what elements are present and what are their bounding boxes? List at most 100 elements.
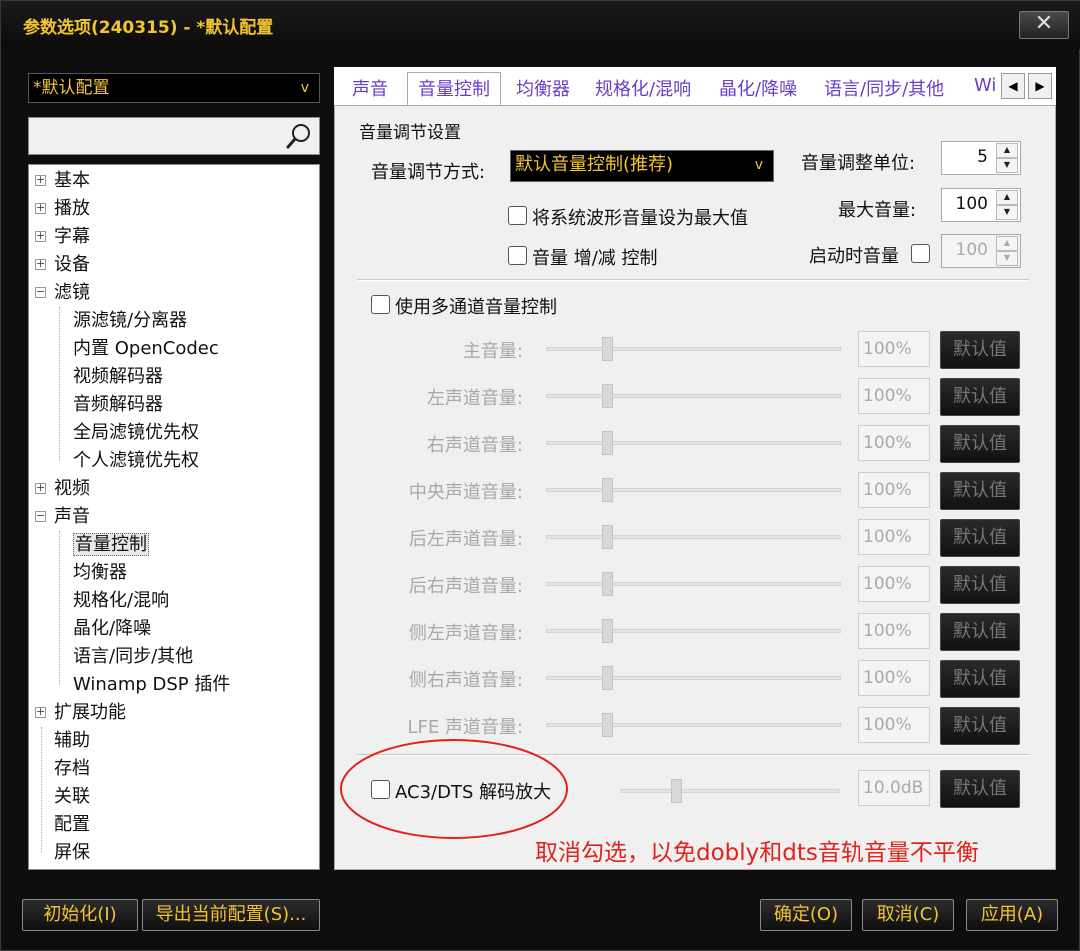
spin-up-icon[interactable]: ▲: [996, 190, 1018, 205]
collapse-icon[interactable]: −: [35, 286, 46, 298]
multichannel-checkbox[interactable]: [371, 295, 390, 314]
tree-item[interactable]: 视频解码器: [73, 363, 163, 391]
expand-icon[interactable]: +: [35, 258, 46, 270]
cancel-button[interactable]: 取消(C): [862, 899, 954, 931]
expand-icon[interactable]: +: [35, 230, 46, 242]
expand-icon[interactable]: +: [35, 706, 46, 718]
apply-button[interactable]: 应用(A): [966, 899, 1058, 931]
tab-volume-control[interactable]: 音量控制: [407, 72, 501, 105]
ok-button[interactable]: 确定(O): [760, 899, 852, 931]
tree-item[interactable]: + 播放: [35, 195, 90, 223]
tree-item[interactable]: 规格化/混响: [73, 587, 169, 615]
volume-incdec-checkbox[interactable]: [508, 246, 527, 265]
ac3-dts-default-button[interactable]: 默认值: [940, 770, 1020, 808]
channel-default-button[interactable]: 默认值: [940, 519, 1020, 557]
volume-method-select[interactable]: 默认音量控制(推荐) v: [510, 150, 774, 182]
channel-default-button[interactable]: 默认值: [940, 472, 1020, 510]
tree-item[interactable]: 屏保: [54, 839, 90, 867]
tree-item[interactable]: 存档: [54, 755, 90, 783]
channel-default-button[interactable]: 默认值: [940, 660, 1020, 698]
channel-slider-track[interactable]: [546, 488, 841, 492]
channel-slider-thumb[interactable]: [602, 337, 613, 361]
channel-slider-track[interactable]: [546, 629, 841, 633]
channel-slider-thumb[interactable]: [602, 384, 613, 408]
channel-slider-thumb[interactable]: [602, 478, 613, 502]
tree-item[interactable]: 音频解码器: [73, 391, 163, 419]
spin-down-icon[interactable]: ▼: [996, 205, 1018, 220]
tree-item[interactable]: 辅助: [54, 727, 90, 755]
spin-up-icon[interactable]: ▲: [996, 143, 1018, 158]
tree-item[interactable]: 配置: [54, 811, 90, 839]
tab-winamp[interactable]: Wi: [974, 75, 996, 96]
tree-item[interactable]: 全局滤镜优先权: [73, 419, 199, 447]
tab-scroll-left-button[interactable]: ◀: [1001, 73, 1025, 99]
spin-down-icon[interactable]: ▼: [996, 158, 1018, 173]
tab-crystalize-denoise[interactable]: 晶化/降噪: [719, 75, 797, 101]
init-button[interactable]: 初始化(I): [22, 899, 138, 931]
channel-default-button[interactable]: 默认值: [940, 425, 1020, 463]
tab-scroll-right-button[interactable]: ▶: [1028, 73, 1052, 99]
channel-slider-track[interactable]: [546, 676, 841, 680]
tree-item[interactable]: − 滤镜: [35, 279, 90, 307]
expand-icon[interactable]: +: [35, 482, 46, 494]
tree-item-label: 滤镜: [54, 282, 90, 303]
tree-item[interactable]: − 声音: [35, 503, 90, 531]
waveform-max-checkbox[interactable]: [508, 206, 527, 225]
tree-item[interactable]: + 设备: [35, 251, 90, 279]
channel-slider-thumb[interactable]: [602, 713, 613, 737]
tab-normalize-reverb[interactable]: 规格化/混响: [595, 75, 691, 101]
ac3-dts-slider-track[interactable]: [620, 789, 840, 793]
tree-item[interactable]: 音量控制: [73, 531, 149, 559]
tab-sound[interactable]: 声音: [352, 75, 388, 101]
tree-item[interactable]: + 视频: [35, 475, 90, 503]
channel-default-button[interactable]: 默认值: [940, 707, 1020, 745]
channel-slider-thumb[interactable]: [602, 666, 613, 690]
channel-label: 后左声道音量:: [408, 529, 523, 550]
channel-slider-thumb[interactable]: [602, 619, 613, 643]
channel-slider-track[interactable]: [546, 535, 841, 539]
tree-item[interactable]: 源滤镜/分离器: [73, 307, 187, 335]
startup-volume-checkbox[interactable]: [911, 244, 930, 263]
channel-slider-thumb[interactable]: [602, 525, 613, 549]
channel-default-button[interactable]: 默认值: [940, 566, 1020, 604]
channel-value: 100%: [858, 331, 930, 367]
spin-up-icon[interactable]: ▲: [996, 236, 1018, 251]
tree-item[interactable]: Winamp DSP 插件: [73, 671, 230, 699]
max-volume-spinner[interactable]: 100 ▲ ▼: [941, 188, 1021, 222]
tree-item[interactable]: 关联: [54, 783, 90, 811]
tree-item[interactable]: + 字幕: [35, 223, 90, 251]
volume-step-spinner[interactable]: 5 ▲ ▼: [941, 141, 1021, 175]
tree-item[interactable]: 均衡器: [73, 559, 127, 587]
close-button[interactable]: ✕: [1019, 11, 1069, 39]
tree-item[interactable]: + 扩展功能: [35, 699, 126, 727]
channel-slider-track[interactable]: [546, 394, 841, 398]
channel-slider-thumb[interactable]: [602, 431, 613, 455]
expand-icon[interactable]: +: [35, 202, 46, 214]
search-icon[interactable]: [285, 122, 313, 150]
startup-volume-spinner[interactable]: 100 ▲ ▼: [941, 234, 1021, 268]
export-config-button[interactable]: 导出当前配置(S)...: [142, 899, 320, 931]
tab-language-sync-other[interactable]: 语言/同步/其他: [824, 75, 944, 101]
preset-select[interactable]: *默认配置 v: [28, 73, 320, 103]
channel-slider-track[interactable]: [546, 582, 841, 586]
tree-item[interactable]: 语言/同步/其他: [73, 643, 193, 671]
tree-item[interactable]: 内置 OpenCodec: [73, 335, 219, 363]
expand-icon[interactable]: +: [35, 174, 46, 186]
channel-label: 侧右声道音量:: [408, 670, 523, 691]
collapse-icon[interactable]: −: [35, 510, 46, 522]
channel-default-button[interactable]: 默认值: [940, 378, 1020, 416]
tree-item[interactable]: 晶化/降噪: [73, 615, 151, 643]
tab-equalizer[interactable]: 均衡器: [516, 75, 570, 101]
ac3-dts-slider-thumb[interactable]: [671, 779, 682, 803]
channel-slider-track[interactable]: [546, 723, 841, 727]
tree-item[interactable]: 个人滤镜优先权: [73, 447, 199, 475]
channel-default-button[interactable]: 默认值: [940, 613, 1020, 651]
channel-slider-thumb[interactable]: [602, 572, 613, 596]
channel-default-button[interactable]: 默认值: [940, 331, 1020, 369]
channel-value: 100%: [858, 660, 930, 696]
spin-down-icon[interactable]: ▼: [996, 251, 1018, 266]
tree-item[interactable]: + 基本: [35, 167, 90, 195]
channel-slider-track[interactable]: [546, 441, 841, 445]
channel-slider-track[interactable]: [546, 347, 841, 351]
search-input[interactable]: [28, 117, 320, 155]
